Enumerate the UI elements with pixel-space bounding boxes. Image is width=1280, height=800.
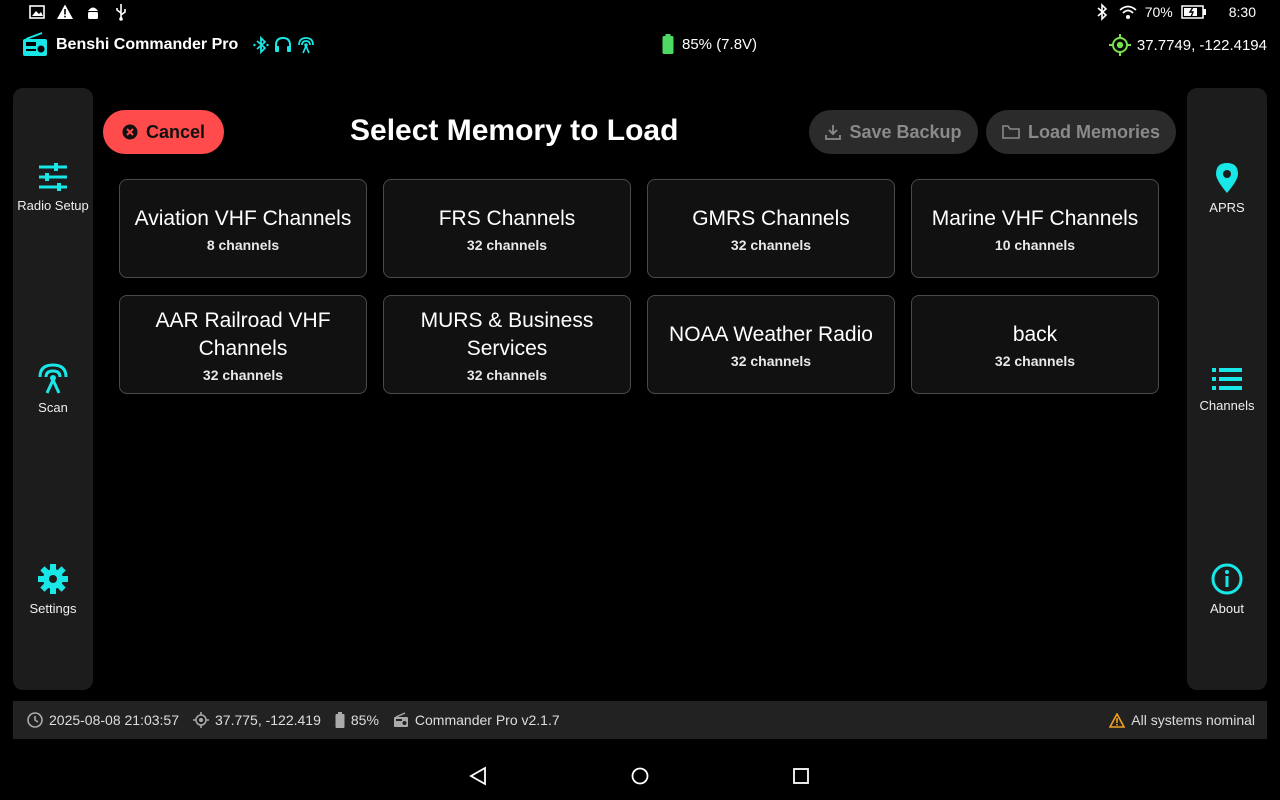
memory-card-grid: Aviation VHF Channels 8 channels FRS Cha… [119, 179, 1159, 394]
memory-card-frs[interactable]: FRS Channels 32 channels [383, 179, 631, 278]
gear-icon [38, 564, 68, 594]
system-status-bar: 70% 8:30 [0, 0, 1280, 24]
memory-card-aviation-vhf[interactable]: Aviation VHF Channels 8 channels [119, 179, 367, 278]
gps-icon [193, 712, 209, 728]
footer-datetime: 2025-08-08 21:03:57 [49, 712, 179, 728]
download-icon [825, 125, 842, 140]
nav-scan[interactable]: Scan [13, 362, 93, 415]
card-title: NOAA Weather Radio [669, 322, 873, 346]
nav-settings[interactable]: Settings [13, 563, 93, 616]
card-channel-count: 32 channels [466, 366, 548, 383]
footer-version: Commander Pro v2.1.7 [414, 712, 560, 728]
cancel-button-label: Cancel [145, 121, 206, 142]
load-memories-button[interactable]: Load Memories [986, 110, 1176, 154]
clock-icon [27, 712, 43, 728]
load-memories-label: Load Memories [1027, 121, 1161, 142]
system-battery-percent: 70% [1144, 4, 1173, 20]
bluetooth-connected-icon [253, 36, 269, 54]
broadcast-icon [298, 37, 315, 54]
card-title: back [1012, 322, 1058, 346]
nav-about[interactable]: About [1187, 563, 1267, 616]
card-title: Marine VHF Channels [931, 206, 1139, 230]
gps-fixed-icon [1108, 34, 1131, 56]
left-nav-panel: Radio Setup Scan Settings [13, 88, 93, 690]
nav-label: Channels [1199, 398, 1255, 413]
home-icon[interactable] [630, 766, 650, 786]
battery-charging-icon [1181, 5, 1206, 19]
radio-small-icon [393, 712, 408, 727]
footer-status-bar: 2025-08-08 21:03:57 37.775, -122.419 85%… [13, 701, 1267, 739]
right-nav-panel: APRS Channels About [1187, 88, 1267, 690]
footer-battery: 85% [350, 712, 379, 728]
page-title: Select Memory to Load [350, 114, 679, 147]
radio-battery-text: 85% (7.8V) [682, 35, 758, 53]
app-title: Benshi Commander Pro [56, 36, 239, 53]
back-icon[interactable] [469, 766, 487, 786]
nav-label: Scan [38, 400, 68, 415]
image-icon [29, 5, 45, 19]
usb-icon [116, 4, 126, 21]
card-channel-count: 32 channels [466, 236, 548, 253]
system-nav-bar [0, 752, 1280, 800]
card-title: FRS Channels [438, 206, 576, 230]
antenna-icon [38, 363, 68, 394]
memory-card-marine-vhf[interactable]: Marine VHF Channels 10 channels [911, 179, 1159, 278]
memory-card-aar-railroad[interactable]: AAR Railroad VHF Channels 32 channels [119, 295, 367, 394]
sliders-icon [39, 163, 67, 191]
cancel-circle-icon [122, 124, 138, 140]
recents-icon[interactable] [792, 766, 810, 786]
battery-icon [662, 34, 674, 54]
warning-icon [57, 4, 73, 19]
battery-small-icon [335, 712, 345, 728]
radio-icon [23, 32, 47, 56]
card-title: Aviation VHF Channels [134, 206, 352, 230]
nav-label: Settings [29, 601, 77, 616]
card-title: AAR Railroad VHF Channels [155, 308, 331, 360]
memory-card-back[interactable]: back 32 channels [911, 295, 1159, 394]
gps-coordinates: 37.7749, -122.4194 [1136, 36, 1267, 54]
card-channel-count: 32 channels [994, 352, 1076, 369]
cancel-button[interactable]: Cancel [103, 110, 224, 154]
nav-radio-setup[interactable]: Radio Setup [13, 162, 93, 213]
save-backup-button[interactable]: Save Backup [809, 110, 978, 154]
card-channel-count: 32 channels [730, 236, 812, 253]
warning-icon [1109, 712, 1126, 728]
card-channel-count: 8 channels [206, 236, 280, 253]
list-icon [1212, 368, 1242, 390]
memory-card-murs-business[interactable]: MURS & Business Services 32 channels [383, 295, 631, 394]
folder-icon [1002, 125, 1020, 139]
card-title: GMRS Channels [692, 206, 850, 230]
wifi-icon [1119, 5, 1137, 19]
save-backup-label: Save Backup [849, 121, 962, 142]
card-channel-count: 32 channels [202, 366, 284, 383]
nav-channels[interactable]: Channels [1187, 366, 1267, 413]
nav-label: APRS [1209, 200, 1245, 215]
footer-system-status: All systems nominal [1131, 712, 1255, 728]
memory-card-noaa-weather[interactable]: NOAA Weather Radio 32 channels [647, 295, 895, 394]
android-icon [88, 7, 98, 19]
map-pin-icon [1216, 163, 1238, 193]
bluetooth-icon [1097, 3, 1107, 21]
card-channel-count: 32 channels [730, 352, 812, 369]
nav-label: About [1210, 601, 1244, 616]
app-header: Benshi Commander Pro 85% (7.8V) 37.7749,… [0, 28, 1280, 62]
nav-aprs[interactable]: APRS [1187, 162, 1267, 215]
system-time: 8:30 [1228, 4, 1256, 20]
headphones-icon [275, 36, 292, 52]
footer-coordinates: 37.775, -122.419 [215, 712, 321, 728]
card-title: MURS & Business Services [420, 308, 594, 360]
nav-label: Radio Setup [17, 198, 89, 213]
memory-card-gmrs[interactable]: GMRS Channels 32 channels [647, 179, 895, 278]
card-channel-count: 10 channels [994, 236, 1076, 253]
info-icon [1211, 563, 1243, 595]
